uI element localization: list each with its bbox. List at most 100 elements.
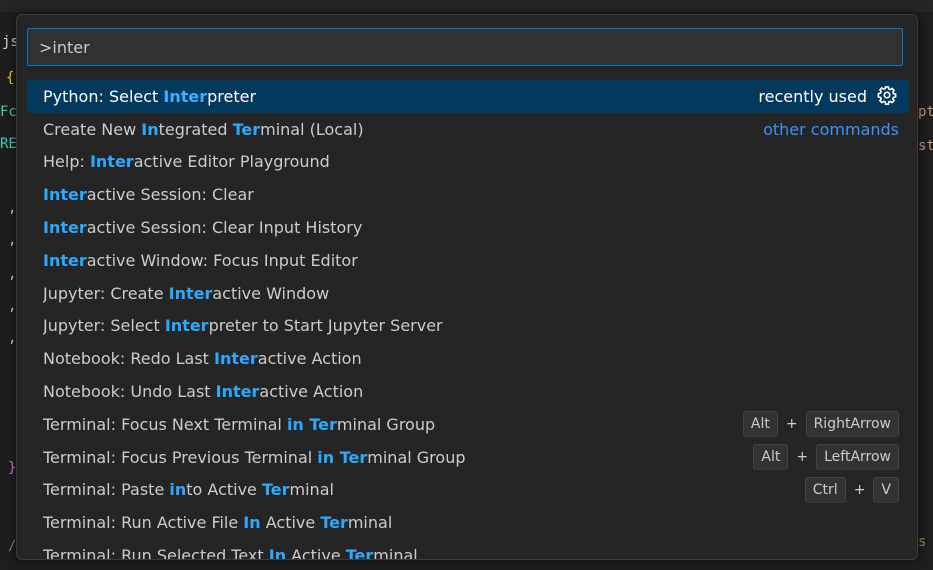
command-item[interactable]: Help: Interactive Editor Playground xyxy=(27,146,909,179)
match-highlight: in Ter xyxy=(286,414,337,434)
command-item[interactable]: Jupyter: Create Interactive Window xyxy=(27,277,909,310)
label-text: Terminal: Run Active File xyxy=(43,513,244,533)
label-text: tegrated xyxy=(158,119,233,139)
keybinding-key: Alt xyxy=(753,444,789,471)
command-item-meta: recently used xyxy=(758,85,899,107)
command-item-meta: Alt + RightArrow xyxy=(742,411,899,438)
match-highlight: in Ter xyxy=(317,447,368,467)
match-highlight: Inter xyxy=(214,349,258,369)
command-item-meta: other commands xyxy=(763,120,899,139)
editor-code-fragment: RE xyxy=(0,136,17,152)
match-highlight: Inter xyxy=(43,185,87,205)
label-text: minal Group xyxy=(367,447,466,467)
label-text: active Session: Clear Input History xyxy=(86,218,363,238)
match-highlight: Inter xyxy=(168,283,213,303)
other-commands-label: other commands xyxy=(763,119,899,139)
label-text: minal (Local) xyxy=(260,119,364,139)
command-item[interactable]: Interactive Window: Focus Input Editor xyxy=(27,244,909,277)
keybinding-key: LeftArrow xyxy=(816,444,899,471)
match-highlight: In xyxy=(268,546,287,560)
label-text: Help: xyxy=(43,152,90,172)
keybinding-key: Alt xyxy=(742,411,778,438)
match-highlight: Inter xyxy=(164,316,209,336)
keybinding-key: Ctrl xyxy=(804,476,846,503)
command-item[interactable]: Terminal: Paste into Active Terminal Ctrl… xyxy=(27,474,909,507)
command-item[interactable]: Notebook: Undo Last Interactive Action xyxy=(27,375,909,408)
label-text: Terminal: Focus Next Terminal xyxy=(43,414,287,434)
match-highlight: Inter xyxy=(43,250,87,270)
label-text: active Action xyxy=(257,349,362,369)
command-list[interactable]: Python: Select Interpreter recently used C… xyxy=(27,80,909,560)
command-item[interactable]: Python: Select Interpreter recently used xyxy=(27,80,909,113)
label-text: active Window xyxy=(212,283,330,303)
command-item-meta: Ctrl + V xyxy=(804,476,899,503)
editor-title-strip xyxy=(0,0,933,12)
label-text: Jupyter: Select xyxy=(43,316,165,336)
label-text: Terminal: Run Selected Text xyxy=(43,546,269,560)
recently-used-label: recently used xyxy=(758,86,867,106)
keybinding-plus: + xyxy=(785,416,798,433)
command-item-label: Terminal: Focus Next Terminal in Termina… xyxy=(43,415,743,434)
match-highlight: Inter xyxy=(43,218,87,238)
command-item[interactable]: Jupyter: Select Interpreter to Start Jup… xyxy=(27,310,909,343)
label-text: active Session: Clear xyxy=(86,185,254,205)
match-highlight: Ter xyxy=(320,513,348,533)
label-text: minal xyxy=(289,480,334,500)
command-item-label: Python: Select Interpreter xyxy=(43,87,758,106)
match-highlight: In xyxy=(243,513,261,533)
match-highlight: Inter xyxy=(215,382,260,402)
command-item[interactable]: Notebook: Redo Last Interactive Action xyxy=(27,342,909,375)
label-text: minal xyxy=(347,513,393,533)
keybinding-plus: + xyxy=(853,481,866,498)
keybinding-plus: + xyxy=(796,449,809,466)
command-palette-input-box[interactable] xyxy=(27,28,903,66)
label-text: to Active xyxy=(186,480,262,500)
command-item-label: Create New Integrated Terminal (Local) xyxy=(43,120,763,139)
label-text: minal xyxy=(373,546,418,560)
label-text: Jupyter: Create xyxy=(43,283,169,303)
match-highlight: Ter xyxy=(261,480,290,500)
match-highlight: Inter xyxy=(89,152,134,172)
command-item[interactable]: Terminal: Run Active File In Active Term… xyxy=(27,506,909,539)
label-text: Active xyxy=(286,546,346,560)
command-item-label: Notebook: Undo Last Interactive Action xyxy=(43,382,899,401)
command-item-label: Interactive Session: Clear Input History xyxy=(43,218,899,237)
command-item-label: Terminal: Focus Previous Terminal in Ter… xyxy=(43,448,753,467)
label-text: Create New xyxy=(43,119,142,139)
command-item[interactable]: Terminal: Focus Next Terminal in Termina… xyxy=(27,408,909,441)
label-text: Python: Select xyxy=(43,86,164,106)
label-text: active Window: Focus Input Editor xyxy=(86,250,358,270)
label-text: preter xyxy=(207,86,257,106)
command-item-label: Interactive Window: Focus Input Editor xyxy=(43,251,899,270)
match-highlight: Ter xyxy=(345,546,374,560)
command-palette: Python: Select Interpreterrecently usedC… xyxy=(16,14,918,560)
editor-code-fragment: Fc xyxy=(0,104,17,120)
match-highlight: in xyxy=(169,480,187,500)
label-text: minal Group xyxy=(336,414,436,434)
match-highlight: In xyxy=(141,119,159,139)
label-text: Notebook: Redo Last xyxy=(43,349,215,369)
gear-icon[interactable] xyxy=(877,85,899,107)
command-item[interactable]: Interactive Session: Clear xyxy=(27,178,909,211)
label-text: Terminal: Focus Previous Terminal xyxy=(43,447,318,467)
label-text: Active xyxy=(260,513,321,533)
command-item[interactable]: Interactive Session: Clear Input History xyxy=(27,211,909,244)
command-item[interactable]: Terminal: Run Selected Text In Active Te… xyxy=(27,539,909,560)
command-item[interactable]: Terminal: Focus Previous Terminal in Ter… xyxy=(27,441,909,474)
command-item-label: Terminal: Run Active File In Active Term… xyxy=(43,513,899,532)
command-item-label: Help: Interactive Editor Playground xyxy=(43,152,899,171)
command-item[interactable]: Create New Integrated Terminal (Local) ot… xyxy=(27,113,909,146)
command-palette-input[interactable] xyxy=(28,29,902,65)
label-text: preter to Start Jupyter Server xyxy=(208,316,443,336)
keybinding-key: V xyxy=(873,476,899,503)
command-item-label: Terminal: Paste into Active Terminal xyxy=(43,480,805,499)
command-item-label: Terminal: Run Selected Text In Active Te… xyxy=(43,546,899,560)
label-text: active Action xyxy=(259,382,364,402)
match-highlight: Inter xyxy=(163,86,208,106)
keybinding-key: RightArrow xyxy=(805,411,899,438)
editor-code-fragment: st xyxy=(918,138,933,154)
match-highlight: Ter xyxy=(232,119,261,139)
editor-code-fragment: { xyxy=(6,70,15,86)
label-text: Notebook: Undo Last xyxy=(43,382,216,402)
command-item-label: Notebook: Redo Last Interactive Action xyxy=(43,349,899,368)
